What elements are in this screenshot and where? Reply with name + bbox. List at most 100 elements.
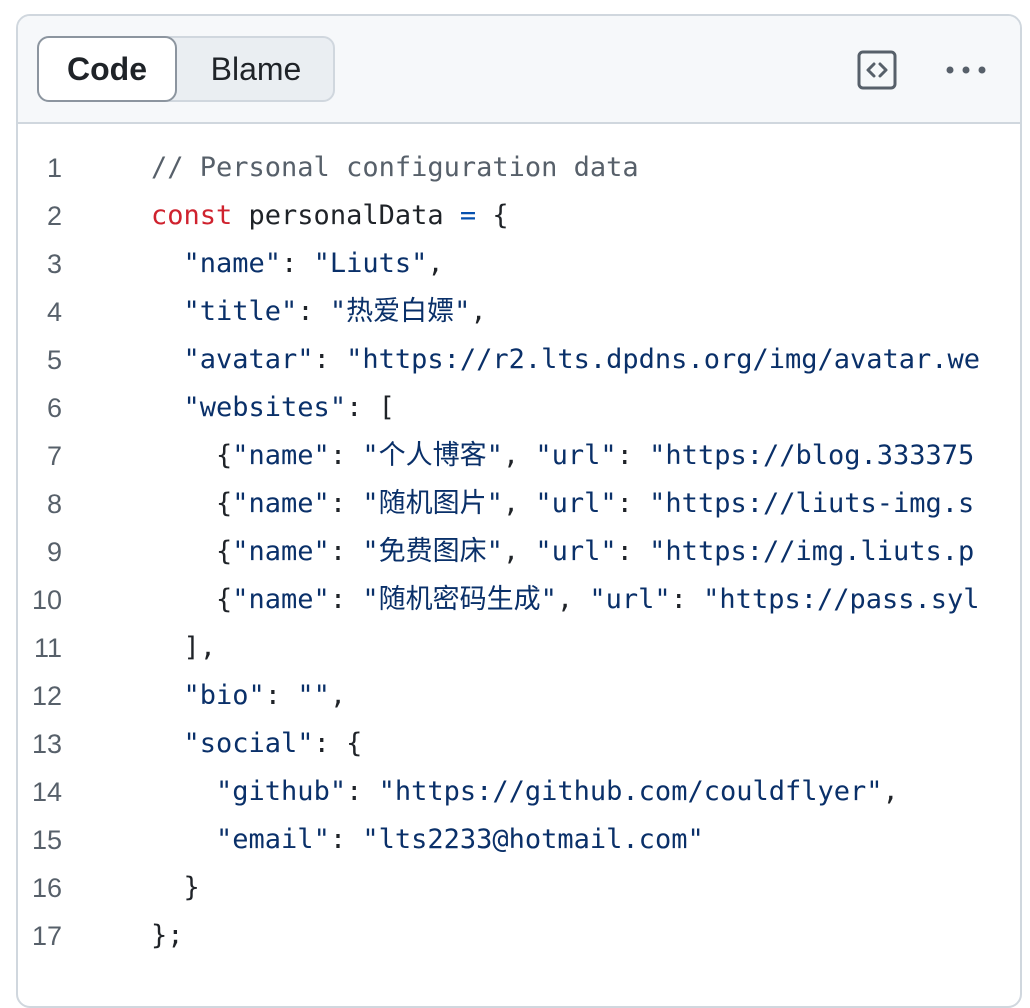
code-token: "url" bbox=[535, 488, 617, 519]
line-number[interactable]: 3 bbox=[18, 240, 62, 288]
code-token: : bbox=[329, 488, 363, 519]
code-token: , bbox=[556, 584, 590, 615]
line-number[interactable]: 13 bbox=[18, 720, 62, 768]
code-line: 4 "title": "热爱白嫖", bbox=[18, 288, 1020, 336]
file-viewer: Code Blame 1 // Personal configuration da… bbox=[16, 14, 1022, 1008]
line-number[interactable]: 1 bbox=[18, 144, 62, 192]
code-line: 15 "email": "lts2233@hotmail.com" bbox=[18, 816, 1020, 864]
line-number[interactable]: 16 bbox=[18, 864, 62, 912]
code-token: "免费图床" bbox=[362, 536, 503, 567]
code-token: : bbox=[616, 440, 650, 471]
code-token: "url" bbox=[535, 536, 617, 567]
code-token: , bbox=[329, 680, 347, 711]
code-token: "title" bbox=[183, 296, 298, 327]
code-token: }; bbox=[151, 920, 184, 951]
code-token: : bbox=[313, 344, 347, 375]
line-number[interactable]: 15 bbox=[18, 816, 62, 864]
code-token: "随机密码生成" bbox=[362, 584, 557, 615]
code-token: "name" bbox=[232, 440, 330, 471]
line-number[interactable]: 11 bbox=[18, 624, 62, 672]
code-token: "https://r2.lts.dpdns.org/img/avatar.we bbox=[346, 344, 981, 375]
code-token: "lts2233@hotmail.com" bbox=[362, 824, 704, 855]
line-code: // Personal configuration data bbox=[151, 144, 639, 192]
symbols-button[interactable] bbox=[857, 50, 897, 90]
code-line: 1 // Personal configuration data bbox=[18, 144, 1020, 192]
more-options-button[interactable] bbox=[944, 50, 988, 90]
code-token: "https://pass.syl bbox=[703, 584, 980, 615]
line-code: "email": "lts2233@hotmail.com" bbox=[151, 816, 704, 864]
line-number[interactable]: 14 bbox=[18, 768, 62, 816]
line-code: {"name": "随机图片", "url": "https://liuts-i… bbox=[151, 480, 974, 528]
code-token: "name" bbox=[232, 536, 330, 567]
code-token: : bbox=[281, 248, 314, 279]
code-token: : bbox=[346, 776, 379, 807]
line-code: "avatar": "https://r2.lts.dpdns.org/img/… bbox=[151, 336, 981, 384]
code-token: : { bbox=[313, 728, 363, 759]
line-code: } bbox=[151, 864, 200, 912]
code-token: , bbox=[470, 296, 487, 327]
code-token: { bbox=[151, 584, 233, 615]
code-line: 14 "github": "https://github.com/couldfl… bbox=[18, 768, 1020, 816]
line-code: }; bbox=[151, 912, 184, 960]
code-token: : bbox=[670, 584, 704, 615]
code-line: 3 "name": "Liuts", bbox=[18, 240, 1020, 288]
line-number[interactable]: 5 bbox=[18, 336, 62, 384]
code-token: , bbox=[502, 440, 536, 471]
code-token: "" bbox=[297, 680, 330, 711]
tab-blame[interactable]: Blame bbox=[177, 36, 335, 102]
line-number[interactable]: 10 bbox=[18, 576, 62, 624]
line-number[interactable]: 4 bbox=[18, 288, 62, 336]
code-token: , bbox=[502, 536, 536, 567]
code-token: "social" bbox=[183, 728, 314, 759]
line-code: {"name": "免费图床", "url": "https://img.liu… bbox=[151, 528, 974, 576]
code-token: "name" bbox=[232, 584, 330, 615]
code-token: // Personal configuration data bbox=[151, 152, 639, 183]
kebab-horizontal-icon bbox=[946, 66, 986, 74]
code-token: "url" bbox=[535, 440, 617, 471]
code-token: , bbox=[502, 488, 536, 519]
line-code: {"name": "随机密码生成", "url": "https://pass.… bbox=[151, 576, 980, 624]
line-number[interactable]: 8 bbox=[18, 480, 62, 528]
code-line: 10 {"name": "随机密码生成", "url": "https://pa… bbox=[18, 576, 1020, 624]
line-number[interactable]: 7 bbox=[18, 432, 62, 480]
code-content: 1 // Personal configuration data 2 const pe… bbox=[18, 124, 1020, 1006]
code-line: 6 "websites": [ bbox=[18, 384, 1020, 432]
code-token: "随机图片" bbox=[362, 488, 503, 519]
code-token: "热爱白嫖" bbox=[329, 296, 471, 327]
code-token: : bbox=[297, 296, 330, 327]
code-line: 8 {"name": "随机图片", "url": "https://liuts… bbox=[18, 480, 1020, 528]
line-code: "github": "https://github.com/couldflyer… bbox=[151, 768, 899, 816]
code-token: "email" bbox=[216, 824, 330, 855]
code-token: "个人博客" bbox=[362, 440, 503, 471]
line-code: "social": { bbox=[151, 720, 363, 768]
code-line: 5 "avatar": "https://r2.lts.dpdns.org/im… bbox=[18, 336, 1020, 384]
code-line: 2 const personalData = { bbox=[18, 192, 1020, 240]
code-token: "Liuts" bbox=[313, 248, 428, 279]
line-code: {"name": "个人博客", "url": "https://blog.33… bbox=[151, 432, 974, 480]
line-code: ], bbox=[151, 624, 217, 672]
code-token: "avatar" bbox=[183, 344, 314, 375]
tab-code[interactable]: Code bbox=[37, 36, 177, 102]
line-number[interactable]: 12 bbox=[18, 672, 62, 720]
code-token: ], bbox=[151, 632, 217, 663]
code-token: { bbox=[476, 200, 509, 231]
code-token: : bbox=[616, 488, 650, 519]
code-token: } bbox=[151, 872, 200, 903]
code-square-icon bbox=[857, 50, 897, 90]
line-number[interactable]: 9 bbox=[18, 528, 62, 576]
line-code: "title": "热爱白嫖", bbox=[151, 288, 487, 336]
line-number[interactable]: 6 bbox=[18, 384, 62, 432]
code-token: "https://blog.333375 bbox=[649, 440, 975, 471]
code-token: { bbox=[151, 536, 233, 567]
line-number[interactable]: 17 bbox=[18, 912, 62, 960]
line-number[interactable]: 2 bbox=[18, 192, 62, 240]
code-token: "https://img.liuts.p bbox=[649, 536, 975, 567]
code-token: : bbox=[616, 536, 650, 567]
code-token: : bbox=[329, 824, 363, 855]
